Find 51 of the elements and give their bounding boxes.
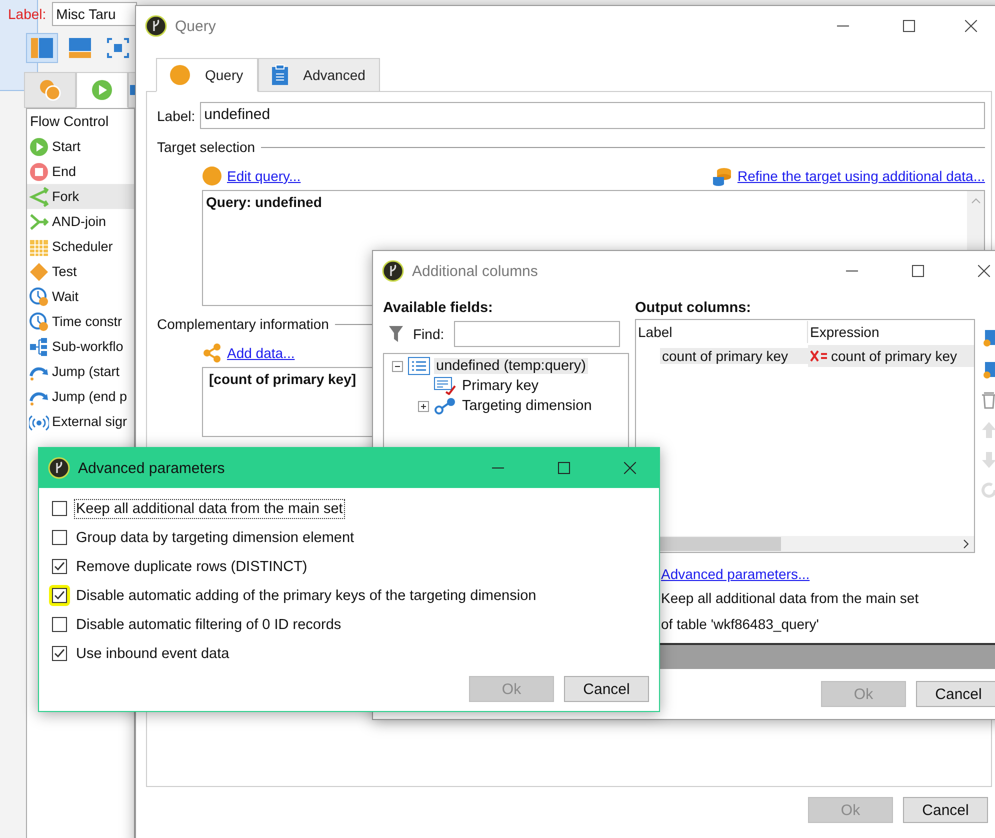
cancel-button[interactable]: Cancel [903,797,988,823]
tree-item[interactable]: Primary key [460,378,541,394]
palette-item[interactable]: AND-join [27,209,134,234]
summary-text: of table 'wkf86483_query' [661,615,820,634]
label-field[interactable]: Misc Taru [52,2,138,26]
window-title: Additional columns [412,262,538,280]
cancel-button[interactable]: Cancel [916,681,995,707]
window-title: Advanced parameters [78,460,225,476]
option-label[interactable]: Disable automatic adding of the primary keys of the targeting dimension [74,586,538,606]
option-label[interactable]: Keep all additional data from the main set [74,498,345,518]
tab[interactable]: Advanced [258,58,380,92]
palette-item[interactable]: Sub-workflo [27,334,134,359]
palette-item[interactable]: Jump (start [27,359,134,384]
palette-heading: Flow Control [29,112,110,131]
palette-item[interactable]: Scheduler [27,234,134,259]
column-header[interactable]: Expression [808,324,974,340]
find-caption: Find: [413,326,444,342]
section-heading: Target selection [157,139,256,155]
query-summary-text: Query: undefined [206,194,322,210]
palette-item[interactable]: Time constr [27,309,134,334]
palette-item[interactable]: Start [27,134,134,159]
tree-item[interactable]: undefined (temp:query) [434,358,588,374]
palette-item[interactable]: External sigr [27,409,134,434]
option-label[interactable]: Disable automatic filtering of 0 ID records [74,614,344,634]
column-header[interactable]: Label [636,321,808,343]
table-row[interactable]: count of primary key count of primary key [636,344,974,368]
option-label[interactable]: Use inbound event data [74,644,232,664]
option-label[interactable]: Group data by targeting dimension element [74,528,356,548]
cancel-button[interactable]: Cancel [564,676,649,702]
window-title: Query [175,18,216,34]
section-heading: Complementary information [157,316,329,332]
refine-target-link[interactable]: Refine the target using additional data... [737,168,985,184]
panel-heading: Output columns: [635,299,752,318]
add-data-link[interactable]: Add data... [227,345,295,361]
advanced-parameters-link[interactable]: Advanced parameters... [661,563,995,585]
palette-item[interactable]: Wait [27,284,134,309]
palette-item[interactable]: Fork [27,184,134,209]
tree-item[interactable]: Targeting dimension [460,398,594,414]
label-field[interactable]: undefined [200,102,985,129]
additional-data-text: [count of primary key] [209,371,356,387]
tab[interactable]: Query [156,58,258,92]
palette-item[interactable]: Jump (end p [27,384,134,409]
label-caption: Label: [157,108,196,124]
label-caption: Label: [8,6,46,22]
table-cell: count of primary key [831,348,958,364]
option-label[interactable]: Remove duplicate rows (DISTINCT) [74,556,310,576]
palette-item[interactable]: Test [27,259,134,284]
panel-heading: Available fields: [383,299,494,318]
palette-item[interactable]: End [27,159,134,184]
summary-text: Keep all additional data from the main set [661,589,920,608]
edit-query-link[interactable]: Edit query... [227,168,301,184]
